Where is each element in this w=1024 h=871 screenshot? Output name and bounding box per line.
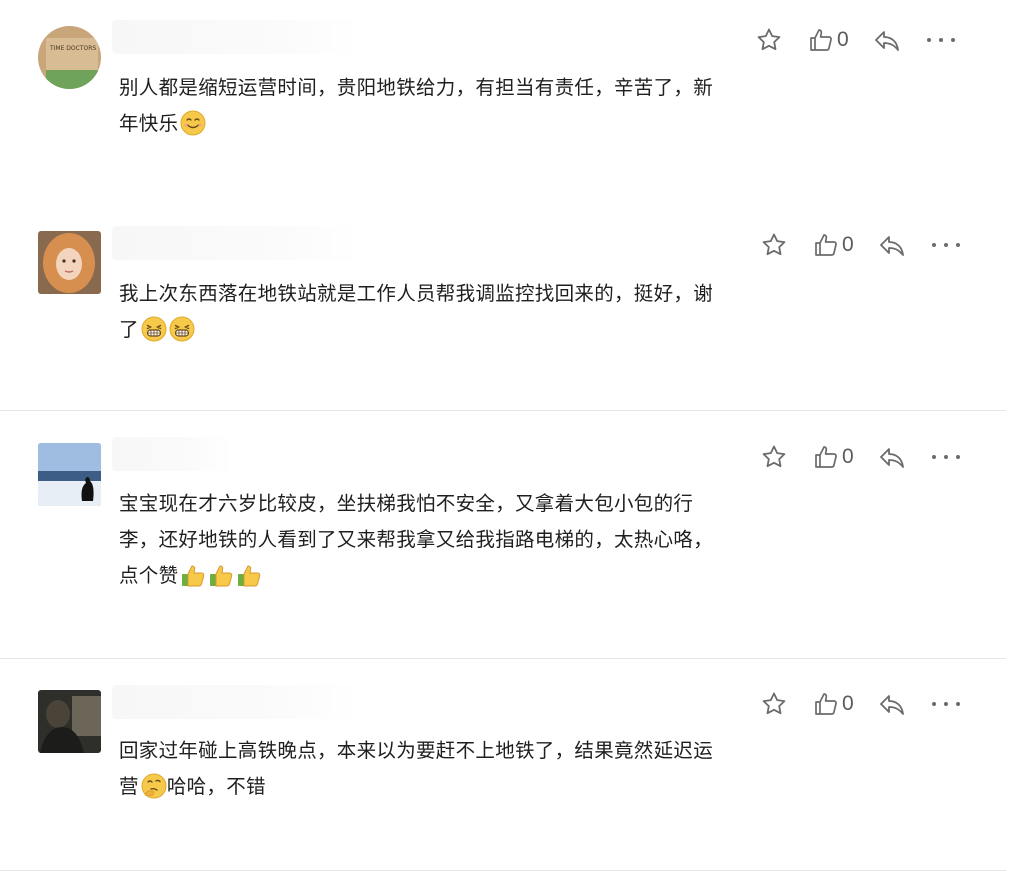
reply-icon[interactable] (878, 443, 906, 471)
thinking-emoji (141, 773, 167, 799)
username-redacted (112, 437, 232, 471)
reply-icon[interactable] (873, 26, 901, 54)
comment-item: 0 我上次东西落在地铁站就是工作人员帮我调监控找回来的，挺好，谢了 (0, 190, 1006, 410)
smile-emoji (180, 110, 206, 136)
avatar[interactable] (38, 690, 101, 753)
like-count: 0 (842, 692, 854, 715)
favorite-star-icon[interactable] (760, 443, 788, 471)
comment-actions: 0 (760, 690, 970, 722)
comment-actions: 0 (755, 26, 965, 58)
username-redacted (112, 685, 362, 719)
like-button[interactable]: 0 (808, 26, 849, 54)
comment-actions: 0 (760, 231, 970, 263)
avatar[interactable] (38, 443, 101, 506)
comment-text: 回家过年碰上高铁晚点，本来以为要赶不上地铁了，结果竟然延迟运营 哈哈，不错 (119, 739, 714, 799)
thumbs-up-icon (815, 446, 837, 468)
comment-text: 我上次东西落在地铁站就是工作人员帮我调监控找回来的，挺好，谢了 (119, 282, 714, 342)
thumbs-up-emoji (210, 565, 233, 587)
like-button[interactable]: 0 (813, 690, 854, 718)
comment-actions: 0 (760, 443, 970, 475)
more-options-icon[interactable] (930, 690, 962, 718)
like-count: 0 (842, 233, 854, 256)
comment-text: 宝宝现在才六岁比较皮，坐扶梯我怕不安全，又拿着大包小包的行李，还好地铁的人看到了… (119, 492, 714, 587)
thumbs-up-emoji (182, 565, 205, 587)
comment-item: 0 回家过年碰上高铁晚点，本来以为要赶不上地铁了，结果竟然延迟运营 哈哈，不错 (0, 659, 1006, 871)
like-count: 0 (842, 445, 854, 468)
grin-emoji (141, 316, 167, 342)
more-options-icon[interactable] (925, 26, 957, 54)
more-options-icon[interactable] (930, 231, 962, 259)
like-count: 0 (837, 28, 849, 51)
thumbs-up-icon (815, 693, 837, 715)
thumbs-up-emoji (238, 565, 261, 587)
thumbs-up-icon (810, 29, 832, 51)
like-button[interactable]: 0 (813, 443, 854, 471)
like-button[interactable]: 0 (813, 231, 854, 259)
avatar[interactable] (38, 231, 101, 294)
grin-emoji (169, 316, 195, 342)
avatar[interactable]: TIME DOCTORS (38, 26, 101, 89)
favorite-star-icon[interactable] (755, 26, 783, 54)
username-redacted (112, 226, 362, 260)
username-redacted (112, 20, 362, 54)
thumbs-up-icon (815, 234, 837, 256)
reply-icon[interactable] (878, 231, 906, 259)
more-options-icon[interactable] (930, 443, 962, 471)
comment-text: 别人都是缩短运营时间，贵阳地铁给力，有担当有责任，辛苦了，新年快乐 (119, 76, 714, 136)
avatar-logo-text: TIME DOCTORS (49, 45, 96, 52)
reply-icon[interactable] (878, 690, 906, 718)
favorite-star-icon[interactable] (760, 231, 788, 259)
comment-item: TIME DOCTORS 0 别人都是缩短运营时间，贵阳地铁给力，有担当有责任，… (0, 0, 1006, 190)
favorite-star-icon[interactable] (760, 690, 788, 718)
comment-item: 0 宝宝现在才六岁比较皮，坐扶梯我怕不安全，又拿着大包小包的行李，还好地铁的人看… (0, 411, 1006, 658)
